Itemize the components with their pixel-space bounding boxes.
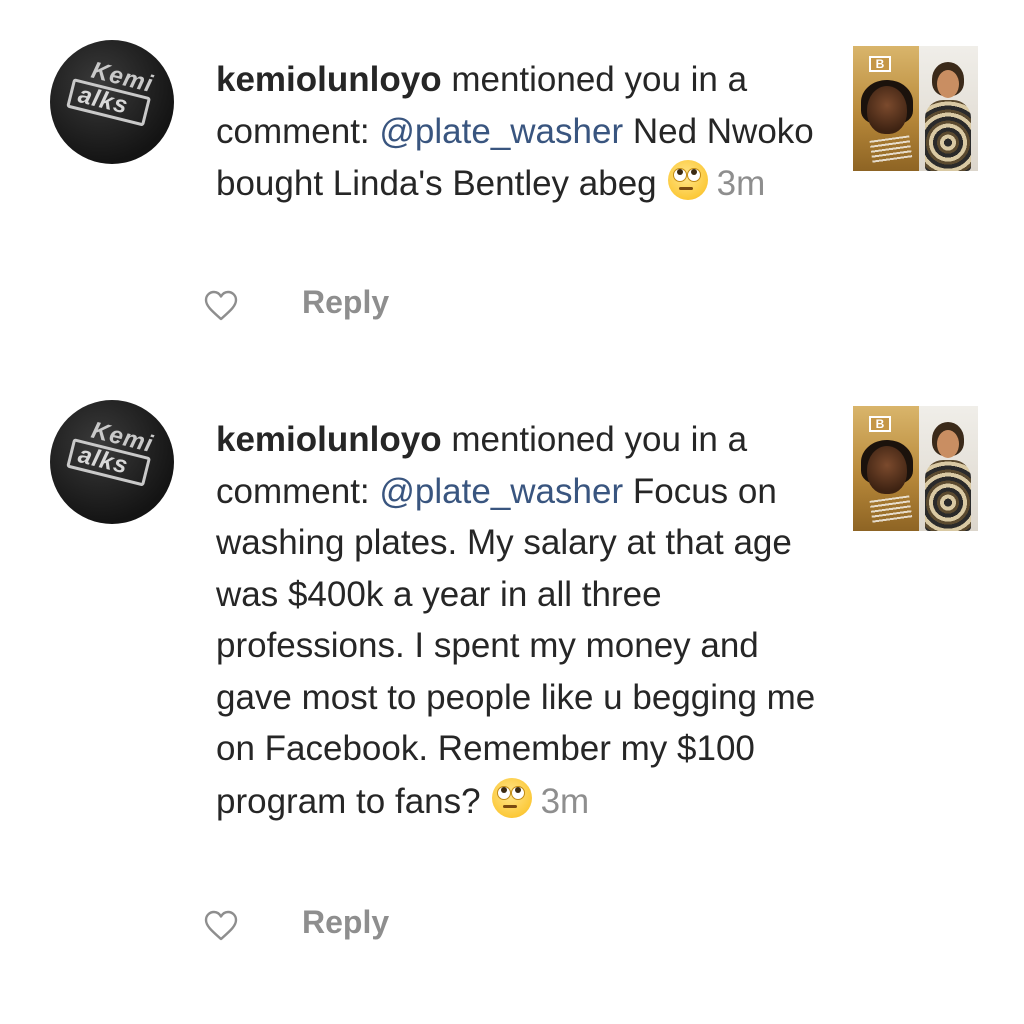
avatar[interactable]: Kemi alks bbox=[50, 40, 174, 164]
rolling-eyes-emoji-icon bbox=[489, 775, 535, 821]
username-link[interactable]: kemiolunloyo bbox=[216, 420, 442, 459]
kemi-talks-logo: Kemi alks bbox=[57, 411, 167, 502]
heart-outline-icon[interactable] bbox=[204, 290, 238, 322]
timestamp: 3m bbox=[540, 781, 590, 821]
blog-badge: B bbox=[869, 416, 891, 432]
notification-text: kemiolunloyo mentioned you in a comment:… bbox=[216, 414, 816, 827]
post-thumbnail[interactable]: B bbox=[853, 406, 978, 531]
kemi-talks-logo: Kemi alks bbox=[57, 51, 167, 142]
post-thumbnail[interactable]: B bbox=[853, 46, 978, 171]
mention-link[interactable]: @plate_washer bbox=[379, 472, 623, 511]
username-link[interactable]: kemiolunloyo bbox=[216, 60, 442, 99]
heart-outline-icon[interactable] bbox=[204, 910, 238, 942]
reply-button[interactable]: Reply bbox=[302, 904, 389, 941]
notification-item[interactable]: Kemi alks kemiolunloyo mentioned you in … bbox=[0, 400, 1024, 960]
avatar[interactable]: Kemi alks bbox=[50, 400, 174, 524]
notification-item[interactable]: Kemi alks kemiolunloyo mentioned you in … bbox=[0, 40, 1024, 340]
blog-badge: B bbox=[869, 56, 891, 72]
reply-button[interactable]: Reply bbox=[302, 284, 389, 321]
rolling-eyes-emoji-icon bbox=[665, 157, 711, 203]
notification-text: kemiolunloyo mentioned you in a comment:… bbox=[216, 54, 816, 210]
timestamp: 3m bbox=[716, 164, 766, 203]
mention-link[interactable]: @plate_washer bbox=[379, 112, 623, 151]
comment-text: Focus on washing plates. My salary at th… bbox=[216, 471, 816, 821]
